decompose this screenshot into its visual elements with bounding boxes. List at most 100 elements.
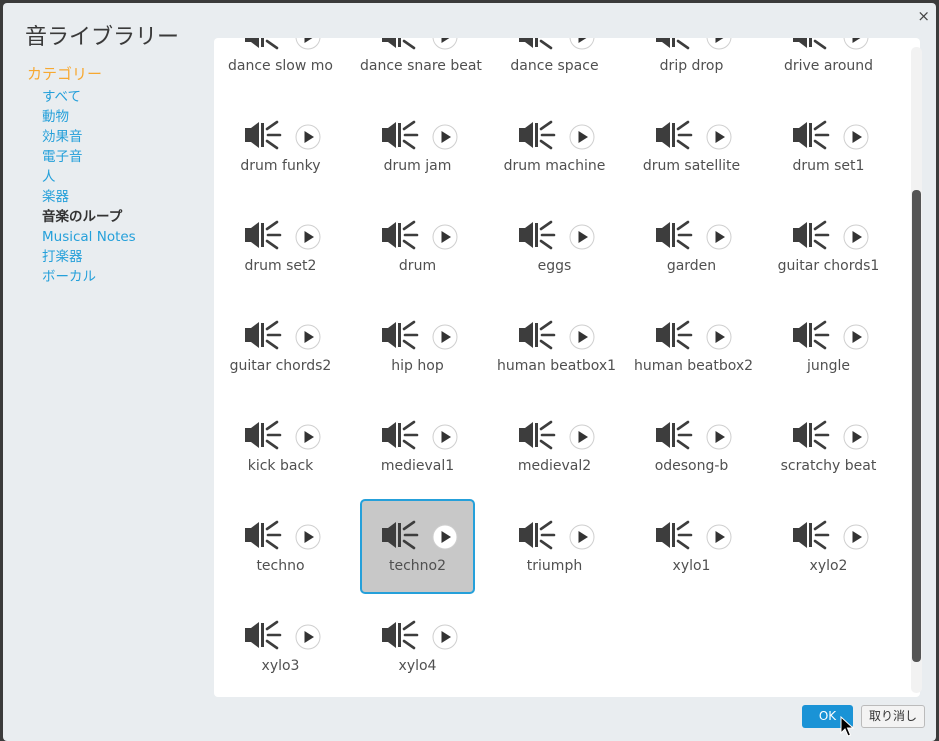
- play-icon[interactable]: [569, 224, 595, 250]
- sound-name: drum set2: [244, 258, 317, 274]
- play-icon[interactable]: [706, 324, 732, 350]
- sound-tile[interactable]: drum jam: [360, 99, 475, 194]
- play-icon[interactable]: [432, 324, 458, 350]
- sound-tile[interactable]: jungle: [771, 299, 886, 394]
- sound-tile[interactable]: techno2: [360, 499, 475, 594]
- sound-tile[interactable]: dance snare beat: [360, 38, 482, 94]
- speaker-icon: [380, 319, 420, 351]
- sound-name: xylo3: [261, 658, 300, 674]
- category-item[interactable]: 音楽のループ: [27, 207, 207, 227]
- sound-tile[interactable]: eggs: [497, 199, 612, 294]
- play-icon[interactable]: [295, 324, 321, 350]
- sound-tile[interactable]: xylo4: [360, 599, 475, 694]
- sound-name: xylo1: [672, 558, 711, 574]
- speaker-icon: [791, 419, 831, 451]
- play-icon[interactable]: [843, 524, 869, 550]
- play-icon[interactable]: [295, 524, 321, 550]
- category-item[interactable]: 電子音: [27, 147, 207, 167]
- sound-name: dance space: [510, 58, 599, 74]
- speaker-icon: [380, 619, 420, 651]
- category-item[interactable]: 効果音: [27, 127, 207, 147]
- play-icon[interactable]: [569, 124, 595, 150]
- play-icon[interactable]: [295, 124, 321, 150]
- cancel-button[interactable]: 取り消し: [861, 705, 925, 728]
- sound-tile[interactable]: xylo2: [771, 499, 886, 594]
- sound-tile[interactable]: triumph: [497, 499, 612, 594]
- category-item[interactable]: 楽器: [27, 187, 207, 207]
- speaker-icon: [791, 519, 831, 551]
- category-item[interactable]: すべて: [27, 87, 207, 107]
- play-icon[interactable]: [432, 124, 458, 150]
- mouse-cursor-icon: [840, 716, 854, 737]
- speaker-icon: [380, 119, 420, 151]
- speaker-icon: [517, 119, 557, 151]
- sound-tile[interactable]: garden: [634, 199, 749, 294]
- play-icon[interactable]: [432, 624, 458, 650]
- sound-tile[interactable]: scratchy beat: [771, 399, 886, 494]
- play-icon[interactable]: [295, 424, 321, 450]
- category-item[interactable]: 動物: [27, 107, 207, 127]
- category-item[interactable]: 人: [27, 167, 207, 187]
- speaker-icon: [243, 219, 283, 251]
- sound-name: jungle: [806, 358, 851, 374]
- sound-tile[interactable]: techno: [223, 499, 338, 594]
- scrollbar-thumb[interactable]: [912, 190, 921, 662]
- sound-tile[interactable]: drum machine: [497, 99, 612, 194]
- speaker-icon: [243, 619, 283, 651]
- sound-tile[interactable]: human beatbox2: [634, 299, 753, 394]
- sound-tile[interactable]: drive around: [771, 38, 886, 94]
- sound-tile[interactable]: drum set1: [771, 99, 886, 194]
- play-icon[interactable]: [569, 524, 595, 550]
- sound-name: eggs: [537, 258, 572, 274]
- sound-tile[interactable]: dance slow mo: [223, 38, 338, 94]
- play-icon[interactable]: [295, 38, 321, 50]
- play-icon[interactable]: [706, 124, 732, 150]
- play-icon[interactable]: [843, 424, 869, 450]
- category-item[interactable]: Musical Notes: [27, 227, 207, 247]
- sound-tile[interactable]: guitar chords1: [771, 199, 886, 294]
- sound-name: scratchy beat: [780, 458, 877, 474]
- play-icon[interactable]: [569, 324, 595, 350]
- speaker-icon: [654, 419, 694, 451]
- play-icon[interactable]: [295, 224, 321, 250]
- play-icon[interactable]: [706, 524, 732, 550]
- play-icon[interactable]: [295, 624, 321, 650]
- sound-name: techno2: [388, 558, 447, 574]
- play-icon[interactable]: [569, 38, 595, 50]
- sound-tile[interactable]: xylo3: [223, 599, 338, 694]
- sound-tile[interactable]: drum: [360, 199, 475, 294]
- category-item[interactable]: ボーカル: [27, 267, 207, 287]
- play-icon[interactable]: [843, 224, 869, 250]
- play-icon[interactable]: [706, 224, 732, 250]
- scrollbar-track[interactable]: [911, 47, 922, 693]
- sound-tile[interactable]: medieval2: [497, 399, 612, 494]
- play-icon[interactable]: [432, 224, 458, 250]
- close-icon[interactable]: ×: [917, 8, 930, 24]
- play-icon[interactable]: [706, 38, 732, 50]
- play-icon[interactable]: [843, 124, 869, 150]
- play-icon[interactable]: [432, 38, 458, 50]
- sound-tile[interactable]: hip hop: [360, 299, 475, 394]
- play-icon[interactable]: [706, 424, 732, 450]
- category-item[interactable]: 打楽器: [27, 247, 207, 267]
- sound-tile[interactable]: medieval1: [360, 399, 475, 494]
- sound-tile[interactable]: dance space: [497, 38, 612, 94]
- speaker-icon: [243, 519, 283, 551]
- sound-tile[interactable]: drip drop: [634, 38, 749, 94]
- sound-tile[interactable]: odesong-b: [634, 399, 749, 494]
- play-icon[interactable]: [432, 424, 458, 450]
- sound-tile[interactable]: xylo1: [634, 499, 749, 594]
- play-icon[interactable]: [843, 38, 869, 50]
- sound-name: odesong-b: [654, 458, 729, 474]
- play-icon[interactable]: [432, 524, 458, 550]
- sound-tile[interactable]: drum funky: [223, 99, 338, 194]
- sound-tile[interactable]: drum satellite: [634, 99, 749, 194]
- sound-tile[interactable]: guitar chords2: [223, 299, 338, 394]
- play-icon[interactable]: [843, 324, 869, 350]
- speaker-icon: [243, 419, 283, 451]
- sound-tile[interactable]: drum set2: [223, 199, 338, 294]
- play-icon[interactable]: [569, 424, 595, 450]
- sound-tile[interactable]: human beatbox1: [497, 299, 616, 394]
- sound-name: drive around: [783, 58, 874, 74]
- sound-tile[interactable]: kick back: [223, 399, 338, 494]
